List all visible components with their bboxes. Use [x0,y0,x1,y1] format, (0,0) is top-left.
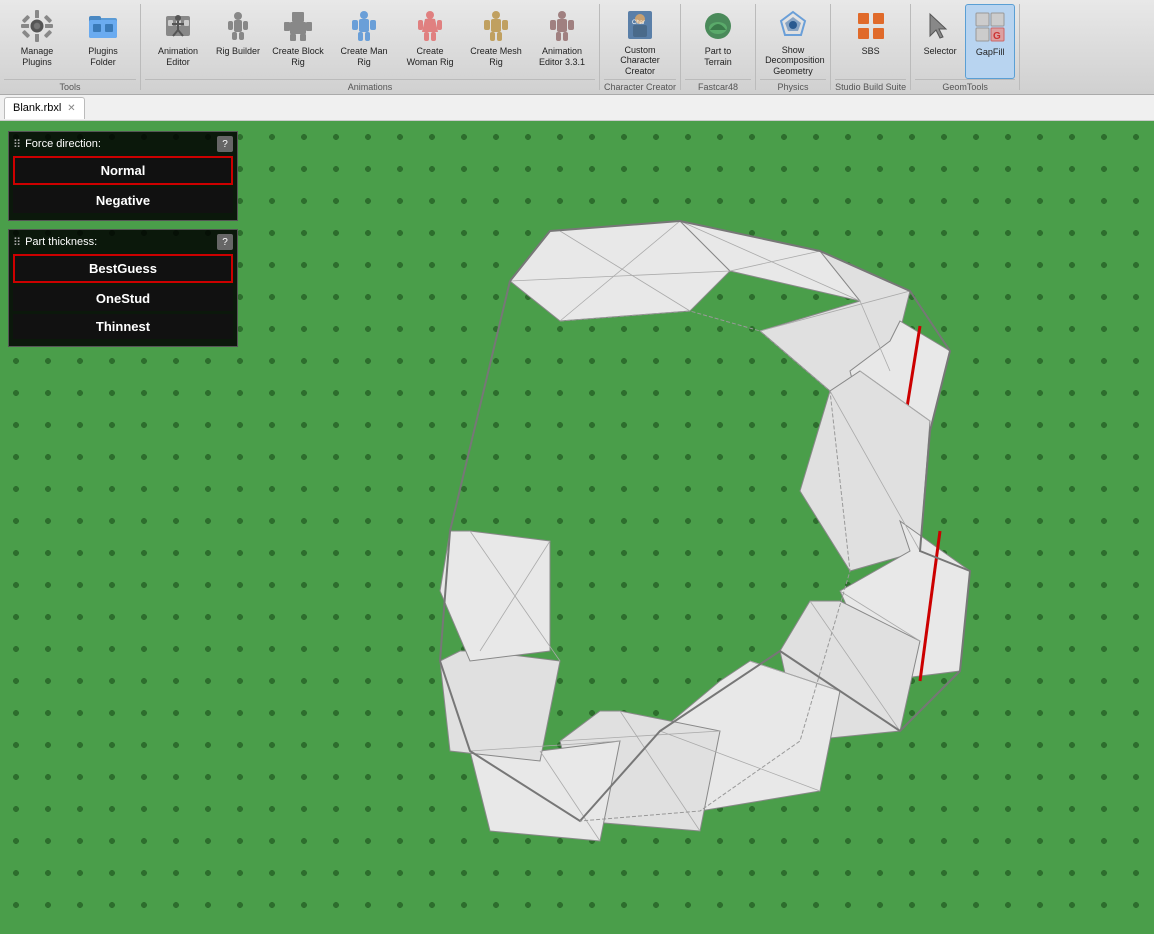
gapfill-button[interactable]: G GapFill [965,4,1015,79]
create-block-rig-label: Create Block Rig [270,46,326,68]
onestud-button[interactable]: OneStud [13,286,233,311]
toolbar-group-character-creator: Char Custom Character Creator Character … [600,4,681,90]
create-mesh-rig-button[interactable]: Create Mesh Rig [463,4,529,79]
selector-label: Selector [924,46,957,57]
man-rig-icon [346,8,382,44]
tab-label: Blank.rbxl [13,102,61,114]
force-direction-title: Force direction: [21,138,217,150]
create-woman-rig-button[interactable]: Create Woman Rig [397,4,463,79]
mesh-rig-icon [478,8,514,44]
fastcar48-group-label: Fastcar48 [685,79,751,94]
create-man-rig-button[interactable]: Create Man Rig [331,4,397,79]
part-thickness-title: Part thickness: [21,236,217,248]
gear-icon [19,8,55,44]
part-thickness-help-button[interactable]: ? [217,234,233,250]
manage-plugins-label: Manage Plugins [9,46,65,68]
physics-group-label: Physics [760,79,826,94]
animations-group-label: Animations [145,79,595,94]
gapfill-icon: G [972,9,1008,45]
force-direction-header: ⠿ Force direction: ? [13,136,233,152]
sbs-icon [853,8,889,44]
decomp-icon [775,8,811,43]
tab-blank-rbxl[interactable]: Blank.rbxl ✕ [4,97,85,119]
tools-group-label: Tools [4,79,136,94]
char-creator-icon: Char [622,8,658,43]
create-block-rig-button[interactable]: Create Block Rig [265,4,331,79]
plugins-folder-label: Plugins Folder [75,46,131,68]
char-creator-group-label: Character Creator [604,79,676,94]
create-man-rig-label: Create Man Rig [336,46,392,68]
bestguess-button[interactable]: BestGuess [13,254,233,283]
sbs-label: SBS [862,46,880,57]
block-rig-icon [280,8,316,44]
rig-builder-icon [220,8,256,44]
part-thickness-header: ⠿ Part thickness: ? [13,234,233,250]
show-decomp-label: Show Decomposition Geometry [765,45,821,77]
tabbar: Blank.rbxl ✕ [0,95,1154,121]
toolbar-group-geomtools: Selector G GapFill GeomTools [911,4,1020,90]
toolbar: Manage Plugins Plugins Folder Tools [0,0,1154,95]
manage-plugins-button[interactable]: Manage Plugins [4,4,70,79]
side-panel: ⠿ Force direction: ? Normal Negative ⠿ P… [8,131,238,355]
part-thickness-section: ⠿ Part thickness: ? BestGuess OneStud Th… [8,229,238,347]
anim-editor-33-icon [544,8,580,44]
animation-editor-label: Animation Editor [150,46,206,68]
animation-editor-33-label: Animation Editor 3.3.1 [534,46,590,68]
show-decomp-button[interactable]: Show Decomposition Geometry [760,4,826,79]
sbs-button[interactable]: SBS [846,4,896,79]
plugins-folder-button[interactable]: Plugins Folder [70,4,136,79]
force-direction-help-button[interactable]: ? [217,136,233,152]
toolbar-group-sbs: SBS Studio Build Suite [831,4,911,90]
selector-button[interactable]: Selector [915,4,965,79]
sbs-group-label: Studio Build Suite [835,79,906,94]
gapfill-label: GapFill [976,47,1005,58]
rig-builder-label: Rig Builder [216,46,260,57]
rig-builder-button[interactable]: Rig Builder [211,4,265,79]
toolbar-group-fastcar48: Part to Terrain Fastcar48 [681,4,756,90]
toolbar-group-animations: Animation Editor Rig Builder [141,4,600,90]
animation-editor-33-button[interactable]: Animation Editor 3.3.1 [529,4,595,79]
animation-editor-button[interactable]: Animation Editor [145,4,211,79]
drag-handle-force: ⠿ [13,138,21,151]
create-woman-rig-label: Create Woman Rig [402,46,458,68]
custom-character-creator-label: Custom Character Creator [612,45,668,77]
svg-text:G: G [993,31,1001,42]
drag-handle-thickness: ⠿ [13,236,21,249]
normal-button[interactable]: Normal [13,156,233,185]
geomtools-group-label: GeomTools [915,79,1015,94]
svg-text:Char: Char [632,20,645,26]
toolbar-group-physics: Show Decomposition Geometry Physics [756,4,831,90]
terrain-icon [700,8,736,44]
part-to-terrain-button[interactable]: Part to Terrain [685,4,751,79]
folder-icon [85,8,121,44]
woman-rig-icon [412,8,448,44]
toolbar-group-tools: Manage Plugins Plugins Folder Tools [0,4,141,90]
custom-character-creator-button[interactable]: Char Custom Character Creator [607,4,673,79]
selector-icon [922,8,958,44]
film-icon [160,8,196,44]
canvas-area: ⠿ Force direction: ? Normal Negative ⠿ P… [0,121,1154,934]
force-direction-section: ⠿ Force direction: ? Normal Negative [8,131,238,221]
create-mesh-rig-label: Create Mesh Rig [468,46,524,68]
part-to-terrain-label: Part to Terrain [690,46,746,68]
tab-close-button[interactable]: ✕ [67,103,75,114]
negative-button[interactable]: Negative [13,188,233,213]
3d-shape-canvas [200,171,1100,934]
thinnest-button[interactable]: Thinnest [13,314,233,339]
